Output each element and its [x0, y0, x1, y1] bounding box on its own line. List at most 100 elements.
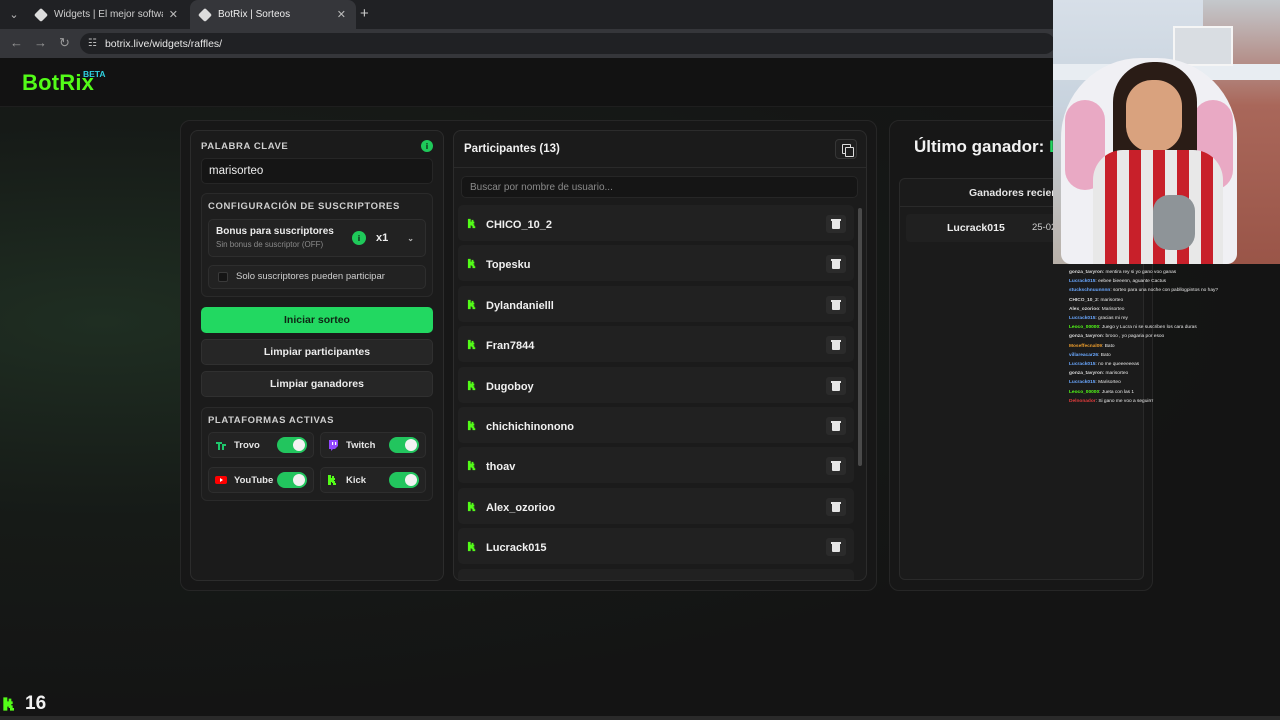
- keyword-info-icon[interactable]: i: [421, 140, 433, 152]
- trash-icon[interactable]: [826, 215, 846, 233]
- back-arrow-icon[interactable]: ←: [10, 35, 23, 50]
- winner-name: Lucrack015: [947, 222, 1005, 234]
- chat-text: : Bato: [1102, 343, 1115, 349]
- browser-tab-widgets[interactable]: Widgets | El mejor software pa ✕: [26, 0, 188, 29]
- recent-winners-title: Ganadores recien: [969, 187, 1058, 199]
- kick-icon: [467, 258, 476, 269]
- chat-message: CHICO_10_2: marisorteo: [1069, 296, 1269, 305]
- trash-icon[interactable]: [826, 417, 846, 435]
- chat-text: : Marisorteo: [1099, 306, 1125, 312]
- chat-message: Leoco_00000: Jueta con las 1: [1069, 388, 1269, 397]
- forward-arrow-icon[interactable]: →: [34, 35, 47, 50]
- tab-title: BotRix | Sorteos: [218, 9, 291, 20]
- twitch-toggle[interactable]: [389, 437, 419, 453]
- keyword-label: PALABRA CLAVE: [201, 141, 289, 152]
- chat-text: : Marisorteo: [1095, 380, 1121, 386]
- chat-username: gonza_tavyron: [1069, 270, 1103, 275]
- url-input[interactable]: ☷ botrix.live/widgets/raffles/: [80, 33, 1055, 54]
- participant-name: Fran7844: [486, 340, 535, 352]
- chat-username: Leoco_00000: [1069, 325, 1100, 331]
- copy-icon[interactable]: [835, 139, 857, 159]
- participant-row: CHICO_10_2: [458, 205, 854, 241]
- chat-message: stuckschnuunnnn: sorteo para una noche c…: [1069, 286, 1269, 295]
- trash-icon[interactable]: [826, 296, 846, 314]
- new-tab-plus-icon[interactable]: +: [360, 5, 369, 22]
- chat-text: : marisorteo: [1102, 371, 1129, 377]
- youtube-icon: [215, 476, 227, 484]
- bonus-info-icon[interactable]: i: [352, 231, 366, 245]
- chat-message: Lucrack015: no me queeeeeeas: [1069, 360, 1269, 369]
- divider: [454, 167, 866, 168]
- streamer-face: [1126, 80, 1182, 152]
- bonus-title: Bonus para suscriptores: [216, 226, 334, 237]
- chevron-down-icon: ⌄: [407, 233, 414, 243]
- chat-message: gonza_tavyron: marisorteo: [1069, 369, 1269, 378]
- participant-row: Alex_ozorioo: [458, 488, 854, 524]
- close-tab-icon[interactable]: ✕: [169, 8, 178, 21]
- trovo-toggle[interactable]: [277, 437, 307, 453]
- chat-username: gonza_tavyron: [1069, 334, 1103, 340]
- picture-frame: [1173, 26, 1233, 66]
- chat-text: : Jueta con las 1: [1099, 389, 1135, 395]
- participants-title: Participantes (13): [464, 143, 560, 155]
- microphone: [1153, 195, 1195, 250]
- trash-icon[interactable]: [826, 336, 846, 354]
- chat-username: villareacar26: [1069, 352, 1099, 358]
- kick-icon: [467, 299, 476, 310]
- close-tab-icon[interactable]: ✕: [337, 8, 346, 21]
- clear-participants-button[interactable]: Limpiar participantes: [201, 339, 433, 365]
- youtube-toggle[interactable]: [277, 472, 307, 488]
- trash-icon[interactable]: [826, 255, 846, 273]
- chat-message: Alex_ozorioo: Marisorteo: [1069, 305, 1269, 314]
- trash-icon[interactable]: [826, 377, 846, 395]
- trash-icon[interactable]: [826, 457, 846, 475]
- chat-text: : gracias mi rey: [1095, 316, 1128, 322]
- chat-message: gonza_tavyron: mentira rey si yo gano vo…: [1069, 268, 1269, 277]
- platform-name: Kick: [346, 474, 367, 486]
- chat-message: Leoco_00000: Juego y Lucra ni se suscrib…: [1069, 323, 1269, 332]
- participant-name: Topesku: [486, 259, 531, 271]
- kick-toggle[interactable]: [389, 472, 419, 488]
- subscriber-settings-label: CONFIGURACIÓN DE SUSCRIPTORES: [208, 201, 400, 212]
- site-settings-icon[interactable]: ☷: [88, 38, 97, 49]
- reload-icon[interactable]: ↻: [59, 35, 70, 51]
- platform-name: Twitch: [346, 439, 376, 451]
- participant-row: Fran7844: [458, 326, 854, 362]
- trash-icon[interactable]: [826, 538, 846, 556]
- kick-icon: [467, 501, 476, 512]
- start-raffle-button[interactable]: Iniciar sorteo: [201, 307, 433, 333]
- clear-winners-button[interactable]: Limpiar ganadores: [201, 371, 433, 397]
- chat-text: : Juego y Lucra ni se suscriben los cara…: [1099, 325, 1197, 331]
- kick-icon: [467, 420, 476, 431]
- bonus-multiplier-select[interactable]: x1 ⌄: [372, 229, 418, 247]
- trash-icon[interactable]: [826, 498, 846, 516]
- botrix-favicon-icon: [33, 7, 49, 22]
- browser-tab-sorteos[interactable]: BotRix | Sorteos ✕: [190, 0, 356, 29]
- botrix-favicon-icon: [197, 7, 213, 22]
- only-subscribers-label: Solo suscriptores pueden participar: [236, 271, 385, 282]
- chat-username: Alex_ozorioo: [1069, 306, 1100, 312]
- chat-text: : Si gano me voo a seguirrr: [1095, 398, 1154, 404]
- kick-icon: [467, 541, 476, 552]
- platform-name: YouTube: [234, 474, 274, 486]
- chat-username: Leoco_00000: [1069, 389, 1100, 395]
- participant-name: thoav: [486, 461, 516, 473]
- bottom-bar: [0, 716, 1280, 720]
- kick-icon: [467, 218, 476, 229]
- participant-row: [458, 569, 854, 580]
- chat-message: gonza_tavyron: brooo , yo pagaria por es…: [1069, 332, 1269, 341]
- only-subscribers-checkbox[interactable]: [218, 272, 228, 282]
- participant-row: thoav: [458, 447, 854, 483]
- participant-search-input[interactable]: Buscar por nombre de usuario...: [461, 176, 858, 198]
- chat-message: Lucrack015: gracias mi rey: [1069, 314, 1269, 323]
- platform-name: Trovo: [234, 439, 260, 451]
- twitch-icon: [329, 440, 338, 451]
- keyword-input[interactable]: marisorteo: [201, 158, 433, 184]
- tab-search-chevron-icon[interactable]: ⌄: [4, 5, 24, 23]
- chat-text: : marisorteo: [1097, 297, 1124, 303]
- kick-icon: [467, 339, 476, 350]
- chat-message: Lucrack015: eebee bieeenn, aguante Cactu…: [1069, 277, 1269, 286]
- chat-message: Moseffecnal09: Bato: [1069, 342, 1269, 351]
- participants-list: CHICO_10_2 Topesku Dylandanielll Fran784…: [458, 205, 854, 580]
- participants-scrollbar[interactable]: [858, 208, 862, 466]
